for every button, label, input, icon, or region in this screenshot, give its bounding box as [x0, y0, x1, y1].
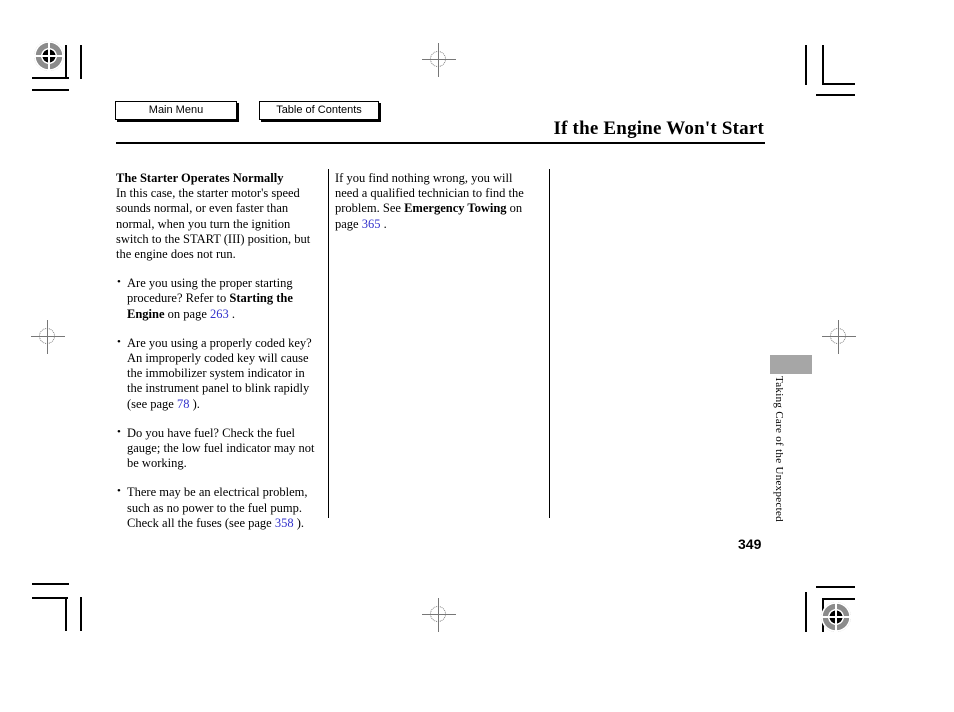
crop-mark-top-right-corner-v [822, 45, 824, 85]
bullet-text-after: ). [192, 396, 200, 411]
crop-mark-top-right-outer [816, 94, 855, 96]
bullet-text-after: . [231, 306, 235, 321]
troubleshooting-bullet-list: Are you using the proper starting proced… [116, 275, 316, 531]
crop-mark-bottom-left-corner-v [65, 597, 67, 631]
crop-mark-top-right-bar [805, 45, 807, 85]
crop-mark-bottom-left-corner-h [32, 597, 68, 599]
table-of-contents-button[interactable]: Table of Contents [259, 101, 379, 120]
registration-target-bottom-right [821, 602, 851, 632]
registration-crosshair-top [422, 43, 456, 77]
paragraph-bold-ref: Emergency Towing [404, 201, 507, 216]
paragraph-text-after: . [383, 216, 387, 231]
page-reference-link[interactable]: 78 [177, 397, 190, 411]
column-divider-left [328, 169, 329, 518]
registration-crosshair-bottom [422, 598, 456, 632]
crop-mark-top-left-corner-v [65, 45, 67, 79]
crop-mark-top-left-bar [80, 45, 82, 79]
list-item: Are you using the proper starting proced… [116, 275, 316, 322]
page-number: 349 [738, 536, 762, 552]
bullet-text-before: Are you using a properly coded key? An i… [127, 335, 312, 411]
chapter-tab-marker [770, 355, 812, 374]
crop-mark-bottom-left-bar [80, 597, 82, 631]
list-item: Are you using a properly coded key? An i… [116, 335, 316, 412]
chapter-tab-label: Taking Care of the Unexpected [773, 376, 785, 522]
main-menu-button[interactable]: Main Menu [115, 101, 237, 120]
navigation-bar: Main Menu Table of Contents [115, 100, 379, 120]
page-reference-link[interactable]: 358 [275, 516, 294, 530]
list-item: There may be an electrical problem, such… [116, 484, 316, 531]
bullet-text-before: Do you have fuel? Check the fuel gauge; … [127, 425, 315, 471]
page-title: If the Engine Won't Start [553, 118, 764, 139]
section-subheading: The Starter Operates Normally [116, 171, 284, 185]
list-item: Do you have fuel? Check the fuel gauge; … [116, 425, 316, 472]
header-rule [116, 142, 765, 144]
middle-column: If you find nothing wrong, you will need… [335, 171, 535, 232]
registration-target-top-left [34, 41, 64, 71]
crop-mark-bottom-right-bar [805, 592, 807, 632]
crop-mark-top-right-corner-h [822, 83, 855, 85]
page-reference-link[interactable]: 365 [362, 217, 381, 231]
crop-mark-bottom-right-corner-h [822, 598, 855, 600]
bullet-text-after: ). [296, 515, 305, 530]
crop-mark-top-left-corner-h [32, 77, 68, 79]
left-column: The Starter Operates Normally In this ca… [116, 171, 316, 531]
intro-paragraph: In this case, the starter motor's speed … [116, 186, 311, 262]
crop-mark-bottom-left-outer [32, 583, 69, 585]
bullet-text-mid: on page [164, 306, 210, 321]
page-reference-link[interactable]: 263 [210, 307, 229, 321]
middle-column-paragraph: If you find nothing wrong, you will need… [335, 171, 535, 232]
column-divider-right [549, 169, 550, 518]
registration-crosshair-left [31, 320, 65, 354]
crop-mark-top-left-inner [32, 89, 69, 91]
registration-crosshair-right [822, 320, 856, 354]
crop-mark-bottom-right-outer [816, 586, 855, 588]
